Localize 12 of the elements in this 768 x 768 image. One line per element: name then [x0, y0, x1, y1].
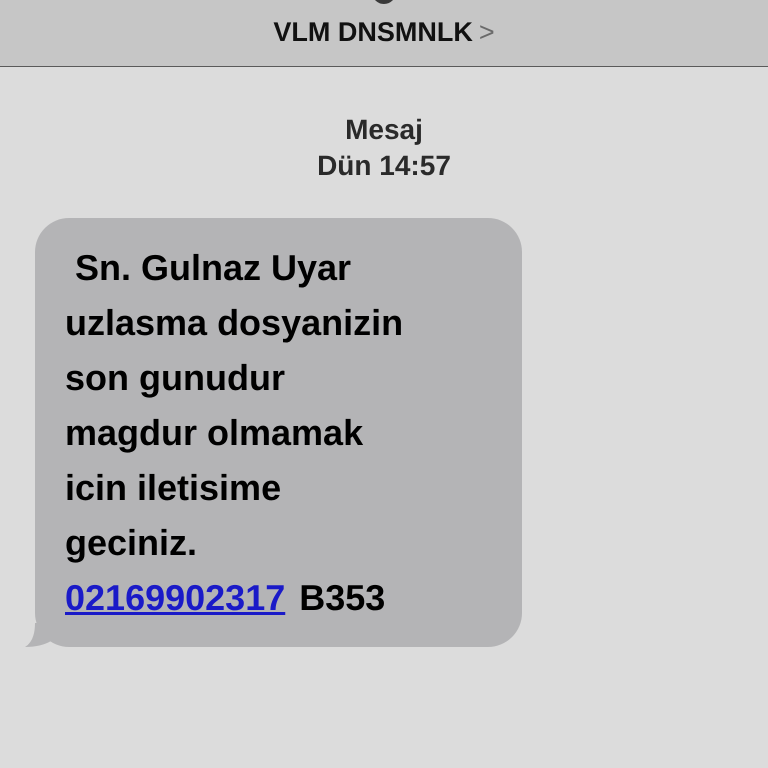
message-text: uzlasma dosyanizin — [65, 301, 404, 345]
timestamp: Dün 14:57 — [317, 149, 451, 183]
service-label: Mesaj — [345, 113, 423, 147]
message-code: B353 — [299, 576, 386, 620]
message-text: icin iletisime — [65, 466, 282, 510]
chevron-icon: > — [478, 19, 495, 46]
message-text: geciniz. — [65, 521, 198, 565]
message-text: magdur olmamak — [65, 411, 364, 455]
message-text: son gunudur — [65, 356, 286, 400]
message-text: Sn. Gulnaz Uyar — [74, 246, 352, 290]
contact-name[interactable]: VLM DNSMNLK > — [273, 19, 495, 46]
phone-link[interactable]: 02169902317 — [65, 570, 286, 625]
